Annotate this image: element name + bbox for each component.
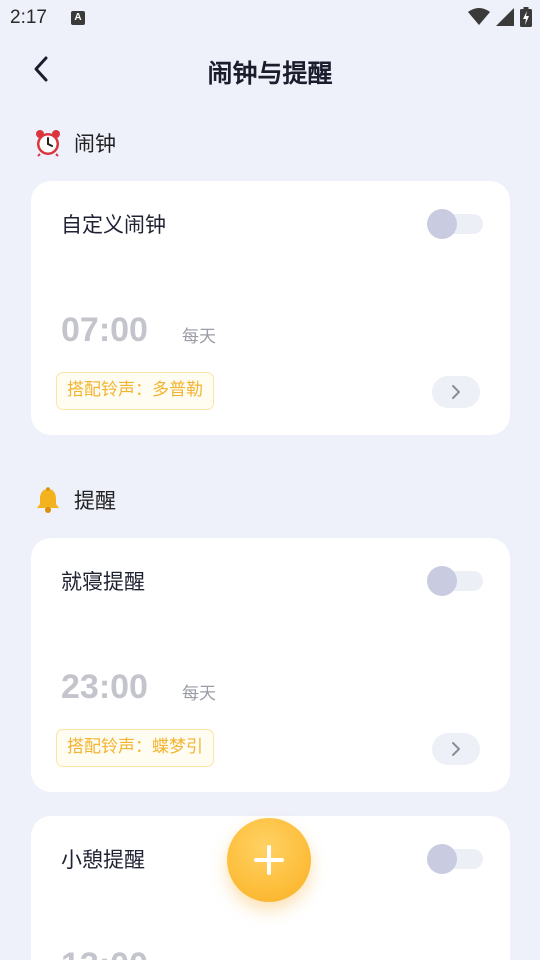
cell-signal-icon [496,8,514,26]
plus-icon [254,845,284,875]
toggle-knob [427,209,457,239]
section-label-reminder: 提醒 [74,489,116,513]
status-bar: 2:17 A [0,0,540,36]
card-title: 就寝提醒 [61,570,145,594]
reminder-card-bedtime[interactable]: 就寝提醒 23:00 每天 搭配铃声：蝶梦引 [31,538,510,792]
alarm-card-custom[interactable]: 自定义闹钟 07:00 每天 搭配铃声：多普勒 [31,181,510,435]
ringtone-tag[interactable]: 搭配铃声：蝶梦引 [56,729,214,767]
section-label-alarm: 闹钟 [74,132,116,156]
section-title-reminder: 提醒 [34,485,116,515]
alarm-toggle[interactable] [427,209,483,239]
add-button[interactable] [227,818,311,902]
card-detail-button[interactable] [432,376,480,408]
card-detail-button[interactable] [432,733,480,765]
a-icon: A [71,11,85,25]
page-title: 闹钟与提醒 [207,59,333,88]
status-icons [468,6,532,28]
section-title-alarm: 闹钟 [34,128,116,158]
header: 闹钟与提醒 [0,40,540,98]
repeat-label: 每天 [182,327,216,347]
toggle-knob [427,566,457,596]
toggle-knob [427,844,457,874]
chevron-right-icon [452,742,460,756]
ringtone-tag[interactable]: 搭配铃声：多普勒 [56,372,214,410]
reminder-toggle[interactable] [427,844,483,874]
reminder-toggle[interactable] [427,566,483,596]
repeat-label: 每天 [182,684,216,704]
battery-icon [520,7,532,27]
status-time: 2:17 [10,7,47,28]
reminder-time[interactable]: 13:00 [61,946,148,960]
alarm-time[interactable]: 07:00 [61,311,148,350]
alarm-clock-icon [34,129,62,157]
reminder-time[interactable]: 23:00 [61,668,148,707]
card-title: 小憩提醒 [61,848,145,872]
bell-icon [34,486,62,514]
chevron-right-icon [452,385,460,399]
card-title: 自定义闹钟 [61,213,166,237]
wifi-icon [468,8,490,25]
